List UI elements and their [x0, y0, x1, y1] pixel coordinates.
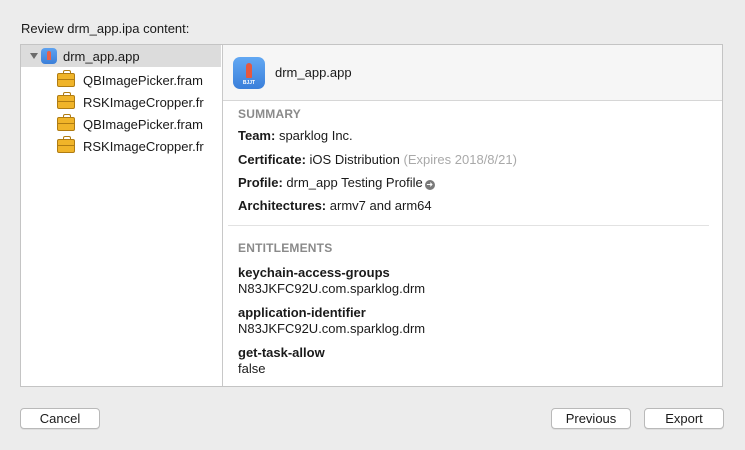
team-row: Team: sparklog Inc. [238, 128, 353, 143]
cancel-button[interactable]: Cancel [20, 408, 100, 429]
tree-item-label: QBImagePicker.fram [83, 116, 203, 132]
tree-item-label: RSKImageCropper.fr [83, 138, 204, 154]
summary-heading: SUMMARY [238, 107, 301, 121]
entitlement-key: application-identifier [238, 305, 366, 320]
entitlement-key: get-task-allow [238, 345, 325, 360]
app-icon-caption: BJJT [242, 79, 256, 86]
framework-icon [57, 136, 75, 153]
detail-pane[interactable]: BJJT drm_app.app SUMMARY Team: sparklog … [223, 45, 722, 386]
tree-item-framework[interactable]: RSKImageCropper.fr [21, 135, 221, 157]
detail-title: drm_app.app [275, 65, 352, 80]
team-label: Team: [238, 128, 276, 143]
framework-icon [57, 92, 75, 109]
content-panel: drm_app.app QBImagePicker.fram RSKImageC… [20, 44, 723, 387]
architectures-value: armv7 and arm64 [329, 198, 432, 213]
previous-button[interactable]: Previous [551, 408, 631, 429]
tree-item-root[interactable]: drm_app.app [21, 45, 221, 67]
certificate-label: Certificate: [238, 152, 306, 167]
tree-item-label: drm_app.app [63, 48, 140, 64]
section-divider [228, 225, 709, 226]
profile-label: Profile: [238, 175, 283, 190]
export-button[interactable]: Export [644, 408, 724, 429]
entitlement-value: N83JKFC92U.com.sparklog.drm [238, 281, 426, 296]
disclosure-triangle-icon[interactable] [30, 53, 38, 59]
architectures-label: Architectures: [238, 198, 327, 213]
review-title: Review drm_app.ipa content: [21, 21, 190, 36]
file-tree[interactable]: drm_app.app QBImagePicker.fram RSKImageC… [21, 45, 223, 386]
framework-icon [57, 70, 75, 87]
app-icon: BJJT [233, 56, 265, 89]
entitlement-key: keychain-access-groups [238, 265, 390, 280]
certificate-row: Certificate: iOS Distribution (Expires 2… [238, 152, 517, 167]
tree-item-framework[interactable]: RSKImageCropper.fr [21, 91, 221, 113]
architectures-row: Architectures: armv7 and arm64 [238, 198, 432, 213]
app-icon [41, 48, 57, 64]
arrow-right-circle-icon[interactable]: ➜ [424, 180, 435, 190]
detail-header: BJJT drm_app.app [223, 45, 722, 101]
rocket-icon [246, 62, 252, 78]
entitlement-value: false [238, 361, 266, 376]
profile-row: Profile: drm_app Testing Profile ➜ [238, 175, 435, 190]
profile-value: drm_app Testing Profile [286, 175, 423, 190]
tree-item-label: QBImagePicker.fram [83, 72, 203, 88]
tree-item-framework[interactable]: QBImagePicker.fram [21, 69, 221, 91]
tree-item-label: RSKImageCropper.fr [83, 94, 204, 110]
entitlements-heading: ENTITLEMENTS [238, 241, 333, 255]
tree-item-framework[interactable]: QBImagePicker.fram [21, 113, 221, 135]
framework-icon [57, 114, 75, 131]
certificate-expiry: (Expires 2018/8/21) [403, 152, 517, 167]
entitlement-value: N83JKFC92U.com.sparklog.drm [238, 321, 426, 336]
team-value: sparklog Inc. [278, 128, 353, 143]
certificate-value: iOS Distribution [309, 152, 400, 167]
